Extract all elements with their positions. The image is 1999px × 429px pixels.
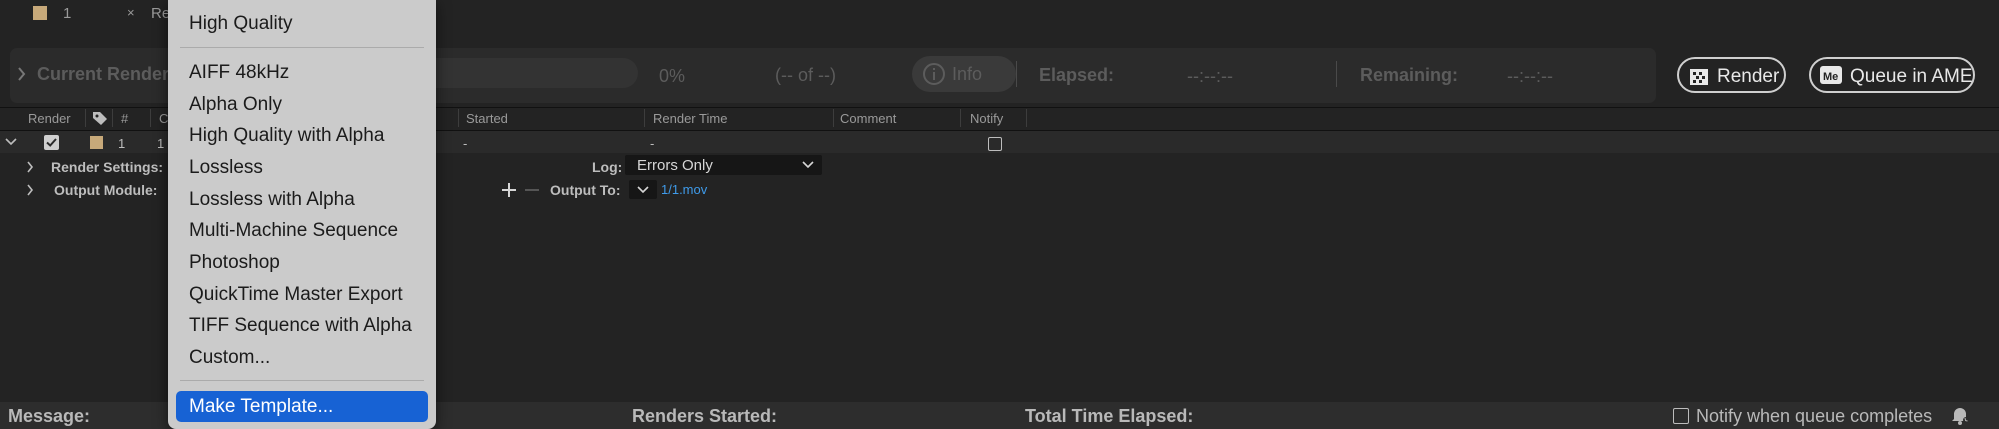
chevron-right-icon[interactable] xyxy=(26,184,34,196)
queue-in-ame-button[interactable]: Me Queue in AME xyxy=(1809,57,1975,93)
add-output-module-icon[interactable] xyxy=(500,181,518,199)
column-divider xyxy=(85,109,86,127)
column-divider xyxy=(644,109,645,127)
log-dropdown[interactable]: Errors Only xyxy=(625,155,822,175)
output-to-dropdown[interactable] xyxy=(629,180,657,199)
remaining-label: Remaining: xyxy=(1360,65,1459,85)
total-time-elapsed-label: Total Time Elapsed: xyxy=(1025,406,1194,426)
info-icon xyxy=(923,63,945,85)
render-settings-label: Render Settings: xyxy=(51,159,164,175)
menu-item-tiff-sequence-with-alpha[interactable]: TIFF Sequence with Alpha xyxy=(189,315,412,337)
column-comp-name[interactable]: C xyxy=(159,111,168,126)
column-render[interactable]: Render xyxy=(28,111,71,126)
menu-item-high-quality-with-alpha[interactable]: High Quality with Alpha xyxy=(189,125,384,147)
render-percent: 0% xyxy=(659,66,686,86)
queue-item-comp-name: 1 xyxy=(157,136,165,151)
notify-checkbox[interactable] xyxy=(988,137,1002,151)
column-number[interactable]: # xyxy=(121,111,128,126)
chevron-down-icon xyxy=(802,161,814,169)
close-tab-icon[interactable]: × xyxy=(127,5,135,20)
remove-output-module-icon[interactable] xyxy=(523,181,541,199)
comp-color-swatch xyxy=(33,6,47,20)
chevron-down-icon[interactable] xyxy=(5,137,17,147)
column-divider xyxy=(112,109,113,127)
render-count: (-- of --) xyxy=(775,65,836,85)
output-module-label: Output Module: xyxy=(54,182,158,198)
menu-item-lossless[interactable]: Lossless xyxy=(189,157,263,179)
column-render-time[interactable]: Render Time xyxy=(653,111,727,126)
menu-separator xyxy=(180,380,424,381)
menu-item-photoshop[interactable]: Photoshop xyxy=(189,252,280,274)
column-notify[interactable]: Notify xyxy=(970,111,1003,126)
tab-comp-label[interactable]: 1 xyxy=(63,5,71,22)
menu-item-aiff-48khz[interactable]: AIFF 48kHz xyxy=(189,62,289,84)
current-render-label: Current Render xyxy=(37,64,170,84)
menu-item-make-template-label: Make Template... xyxy=(189,396,334,417)
checkmark-icon xyxy=(46,138,57,147)
render-button[interactable]: Render xyxy=(1677,57,1786,93)
divider xyxy=(1336,61,1337,87)
output-to-label: Output To: xyxy=(550,182,621,198)
column-divider xyxy=(150,109,151,127)
label-tag-icon[interactable] xyxy=(92,110,108,126)
output-file-link[interactable]: 1/1.mov xyxy=(661,182,707,197)
column-divider xyxy=(458,109,459,127)
menu-separator xyxy=(180,47,424,48)
queue-item-render-time: - xyxy=(650,136,655,151)
menu-item-custom[interactable]: Custom... xyxy=(189,347,270,369)
render-checkbox[interactable] xyxy=(44,135,59,150)
svg-text:Me: Me xyxy=(1823,71,1838,83)
notification-bell-icon[interactable] xyxy=(1950,405,1970,425)
label-color-swatch[interactable] xyxy=(90,136,103,149)
media-encoder-icon: Me xyxy=(1820,66,1842,84)
log-label: Log: xyxy=(592,159,623,175)
message-label: Message: xyxy=(8,406,91,426)
menu-item-quicktime-master-export[interactable]: QuickTime Master Export xyxy=(189,284,403,306)
menu-item-alpha-only[interactable]: Alpha Only xyxy=(189,94,282,116)
menu-item-multi-machine-sequence[interactable]: Multi-Machine Sequence xyxy=(189,220,398,242)
column-started[interactable]: Started xyxy=(466,111,508,126)
output-template-menu: High Quality AIFF 48kHz Alpha Only High … xyxy=(168,0,436,429)
queue-in-ame-label: Queue in AME xyxy=(1850,66,1973,87)
elapsed-value: --:--:-- xyxy=(1187,66,1233,86)
column-divider xyxy=(960,109,961,127)
divider xyxy=(1016,61,1017,87)
column-divider xyxy=(833,109,834,127)
notify-queue-label: Notify when queue completes xyxy=(1696,406,1933,426)
info-button[interactable]: Info xyxy=(912,56,1016,92)
menu-item-high-quality[interactable]: High Quality xyxy=(189,13,293,35)
column-divider xyxy=(1026,109,1027,127)
notify-queue-checkbox[interactable] xyxy=(1673,408,1689,424)
render-film-icon xyxy=(1690,69,1708,85)
renders-started-label: Renders Started: xyxy=(632,406,778,426)
chevron-right-icon[interactable] xyxy=(17,67,27,81)
menu-item-lossless-with-alpha[interactable]: Lossless with Alpha xyxy=(189,189,355,211)
log-dropdown-value: Errors Only xyxy=(637,157,713,174)
remaining-value: --:--:-- xyxy=(1507,66,1553,86)
render-button-label: Render xyxy=(1717,66,1780,87)
queue-item-started: - xyxy=(463,136,468,151)
menu-item-make-template[interactable]: Make Template... xyxy=(176,391,428,422)
chevron-down-icon xyxy=(637,186,649,194)
queue-item-number: 1 xyxy=(118,136,126,151)
info-button-label: Info xyxy=(952,64,983,84)
chevron-right-icon[interactable] xyxy=(26,161,34,173)
column-comment[interactable]: Comment xyxy=(840,111,896,126)
elapsed-label: Elapsed: xyxy=(1039,65,1115,85)
